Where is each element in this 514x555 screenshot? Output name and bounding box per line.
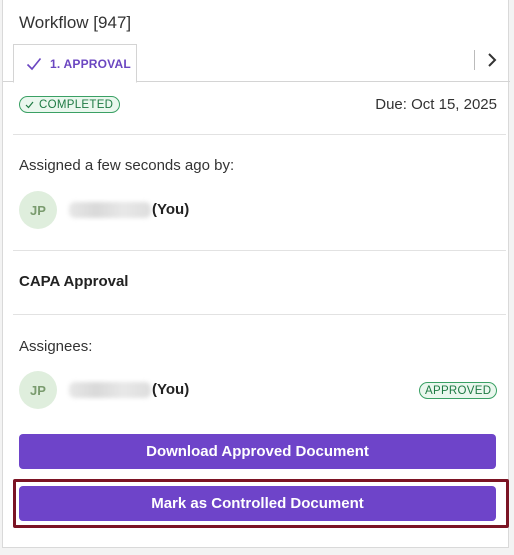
- tab-approval[interactable]: 1. APPROVAL: [13, 44, 137, 83]
- divider: [13, 314, 506, 315]
- tab-label: 1. APPROVAL: [50, 56, 131, 71]
- approved-badge: APPROVED: [419, 382, 498, 399]
- chevron-right-icon: [488, 53, 497, 67]
- workflow-panel: Workflow [947] 1. APPROVAL COMPLETED Due…: [2, 0, 510, 548]
- tab-next-button[interactable]: [483, 48, 501, 72]
- status-badge-label: COMPLETED: [39, 98, 114, 111]
- assignee-name-suffix: (You): [152, 381, 190, 398]
- status-row: COMPLETED Due: Oct 15, 2025: [19, 96, 497, 114]
- step-title: CAPA Approval: [19, 273, 129, 290]
- check-icon: [25, 101, 34, 108]
- status-badge: COMPLETED: [19, 96, 121, 113]
- redacted-user-name: [69, 382, 151, 398]
- redacted-user-name: [69, 202, 151, 218]
- due-date: Due: Oct 15, 2025: [375, 96, 497, 113]
- download-approved-document-button[interactable]: Download Approved Document: [19, 434, 496, 469]
- avatar: JP: [19, 191, 57, 229]
- avatar: JP: [19, 371, 57, 409]
- divider: [13, 134, 506, 135]
- check-icon: [26, 57, 42, 70]
- divider: [13, 250, 506, 251]
- workflow-title: Workflow [947]: [19, 13, 132, 32]
- mark-controlled-document-button[interactable]: Mark as Controlled Document: [19, 486, 496, 521]
- assignees-label: Assignees:: [19, 338, 93, 355]
- tab-bar: 1. APPROVAL: [3, 42, 510, 83]
- assigned-by-label: Assigned a few seconds ago by:: [19, 157, 235, 174]
- tab-divider: [474, 50, 475, 70]
- user-name-suffix: (You): [152, 201, 190, 218]
